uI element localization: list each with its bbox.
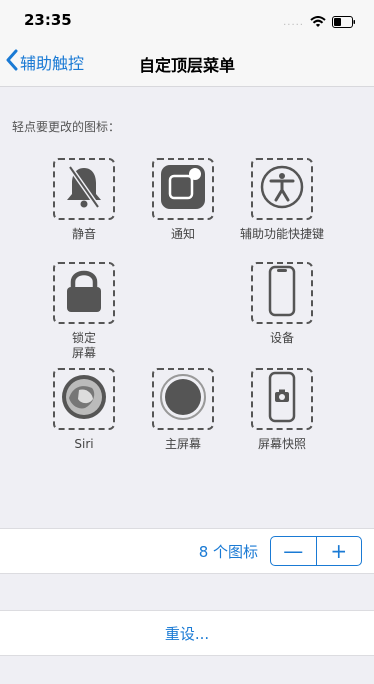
icon-count-stepper: — + <box>270 536 362 566</box>
increment-button[interactable]: + <box>315 537 362 565</box>
icon-label: Siri <box>74 437 94 451</box>
icon-slot-screenshot[interactable]: 屏幕快照 <box>232 368 332 452</box>
icon-label: 辅助功能快捷键 <box>239 227 324 241</box>
home-button-icon <box>158 372 208 426</box>
icon-label: 静音 <box>71 227 96 241</box>
page-title: 自定顶层菜单 <box>138 56 235 75</box>
instruction-text: 轻点要更改的图标： <box>12 120 121 134</box>
icon-slot-siri[interactable]: Siri <box>34 368 134 452</box>
siri-icon <box>59 372 109 426</box>
icon-slot-mute[interactable]: 静音 <box>34 158 134 242</box>
battery-icon <box>332 13 356 32</box>
navigation-bar: 辅助触控 自定顶层菜单 <box>0 40 374 87</box>
notification-icon <box>158 162 208 216</box>
icon-label: 锁定 屏幕 <box>71 331 96 360</box>
icon-slot-frame <box>152 368 214 430</box>
lock-icon <box>61 266 107 320</box>
icon-label: 主屏幕 <box>164 437 201 451</box>
reset-row: 重设... <box>0 610 374 656</box>
status-bar: 23:35 ..... <box>0 0 374 40</box>
icon-grid: 静音 通知 辅助功能快捷键 锁定 屏幕 设备 Siri 主屏幕 屏幕快照 <box>0 150 374 480</box>
icon-slot-frame <box>53 158 115 220</box>
icon-slot-lock-screen[interactable]: 锁定 屏幕 <box>34 262 134 361</box>
icon-slot-device[interactable]: 设备 <box>232 262 332 346</box>
icon-slot-frame <box>251 262 313 324</box>
screenshot-icon <box>265 370 299 428</box>
icon-count-row: 8 个图标 — + <box>0 528 374 574</box>
icon-count-label: 8 个图标 <box>198 543 258 561</box>
accessibility-icon <box>258 163 306 215</box>
icon-slot-frame <box>251 158 313 220</box>
icon-label: 设备 <box>269 331 294 345</box>
icon-slot-frame <box>53 262 115 324</box>
status-time: 23:35 <box>24 11 72 29</box>
icon-label: 通知 <box>170 227 195 241</box>
iphone-icon <box>265 264 299 322</box>
decrement-button[interactable]: — <box>271 537 316 565</box>
wifi-icon <box>310 13 326 32</box>
icon-slot-accessibility-shortcut[interactable]: 辅助功能快捷键 <box>232 158 332 242</box>
bell-slash-icon <box>60 163 108 215</box>
icon-slot-frame <box>152 158 214 220</box>
icon-slot-home[interactable]: 主屏幕 <box>133 368 233 452</box>
icon-slot-notification[interactable]: 通知 <box>133 158 233 242</box>
status-icons: ..... <box>283 13 356 32</box>
reset-button[interactable]: 重设... <box>0 623 374 644</box>
icon-label: 屏幕快照 <box>257 437 306 451</box>
signal-dots-icon: ..... <box>283 17 304 28</box>
icon-slot-frame <box>53 368 115 430</box>
icon-slot-frame <box>251 368 313 430</box>
